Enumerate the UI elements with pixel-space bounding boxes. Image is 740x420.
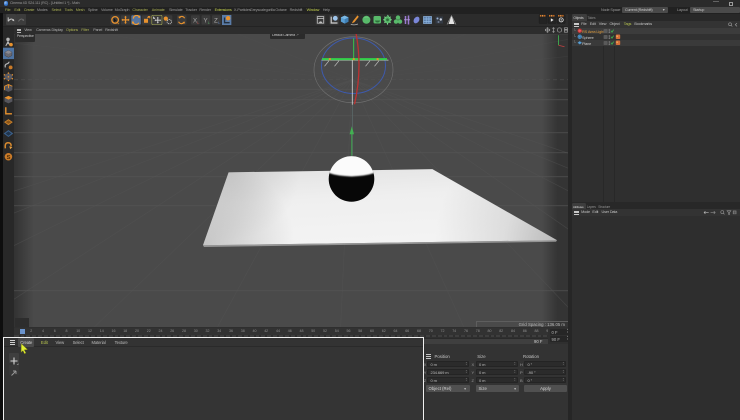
- svg-text:L: L: [207, 21, 209, 25]
- svg-text:S: S: [6, 155, 10, 161]
- svg-text:L: L: [218, 21, 220, 25]
- svg-text:L: L: [197, 21, 199, 25]
